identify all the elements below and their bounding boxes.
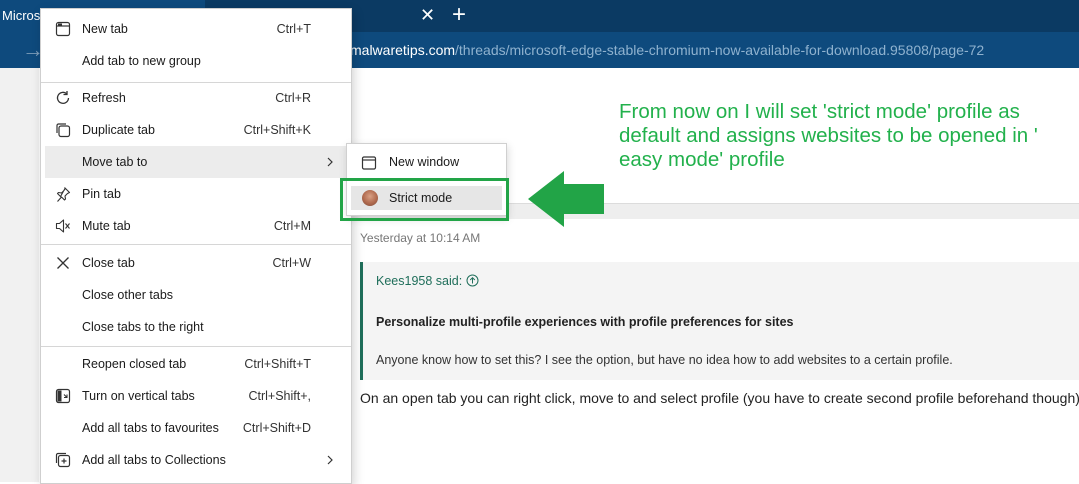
menu-item-reopen-closed-tab[interactable]: Reopen closed tab Ctrl+Shift+T	[41, 348, 351, 380]
menu-item-label: New tab	[82, 22, 128, 36]
menu-item-label: Close tabs to the right	[82, 320, 204, 334]
quote-body: Anyone know how to set this? I see the o…	[376, 353, 953, 367]
submenu-item-new-window[interactable]: New window	[347, 146, 506, 178]
menu-item-shortcut: Ctrl+Shift+D	[242, 421, 311, 435]
chevron-right-icon	[327, 455, 333, 465]
menu-item-label: Turn on vertical tabs	[82, 389, 195, 403]
menu-item-move-tab-to[interactable]: Move tab to	[45, 146, 347, 178]
menu-item-refresh[interactable]: Refresh Ctrl+R	[41, 82, 351, 114]
menu-item-label: Pin tab	[82, 187, 121, 201]
address-path: /threads/microsoft-edge-stable-chromium-…	[455, 42, 985, 58]
menu-item-add-tab-to-new-group[interactable]: Add tab to new group	[41, 45, 351, 77]
menu-item-add-all-tabs-to-collections[interactable]: Add all tabs to Collections	[41, 444, 351, 476]
menu-item-label: Add all tabs to favourites	[82, 421, 219, 435]
close-icon	[57, 257, 69, 269]
menu-item-label: Add all tabs to Collections	[82, 453, 226, 467]
menu-item-shortcut: Ctrl+W	[272, 256, 311, 270]
menu-item-label: Add tab to new group	[82, 54, 201, 68]
pin-icon	[56, 187, 71, 202]
quote-author[interactable]: Kees1958 said:	[376, 274, 479, 288]
menu-item-label: Close other tabs	[82, 288, 174, 302]
menu-item-label: Duplicate tab	[82, 123, 155, 137]
menu-separator	[41, 244, 351, 245]
duplicate-tab-icon	[56, 123, 71, 138]
arrow-left-icon	[528, 171, 604, 227]
menu-item-label: Close tab	[82, 256, 135, 270]
menu-item-close-tabs-to-the-right[interactable]: Close tabs to the right	[41, 311, 351, 343]
chevron-right-icon	[327, 157, 333, 167]
collections-icon	[55, 452, 71, 468]
menu-item-shortcut: Ctrl+Shift+K	[243, 123, 311, 137]
menu-item-label: Reopen closed tab	[82, 357, 187, 371]
menu-item-shortcut: Ctrl+Shift+T	[244, 357, 311, 371]
menu-item-duplicate-tab[interactable]: Duplicate tab Ctrl+Shift+K	[41, 114, 351, 146]
menu-item-close-other-tabs[interactable]: Close other tabs	[41, 279, 351, 311]
speaker-mute-icon	[55, 219, 70, 233]
close-tab-icon[interactable]: ✕	[420, 5, 435, 25]
highlight-box	[340, 178, 509, 221]
menu-item-new-tab[interactable]: New tab Ctrl+T	[41, 13, 351, 45]
menu-item-label: Move tab to	[82, 155, 148, 169]
quote-title: Personalize multi-profile experiences wi…	[376, 315, 794, 329]
menu-item-label: Refresh	[82, 91, 126, 105]
menu-item-shortcut: Ctrl+R	[275, 91, 311, 105]
new-tab-button[interactable]: +	[452, 2, 466, 28]
menu-item-label: Mute tab	[82, 219, 131, 233]
window-icon	[361, 156, 377, 170]
menu-item-close-tab[interactable]: Close tab Ctrl+W	[41, 247, 351, 279]
submenu-item-label: New window	[389, 155, 460, 169]
post-date[interactable]: Yesterday at 10:14 AM	[360, 231, 480, 245]
menu-item-add-all-tabs-to-favourites[interactable]: Add all tabs to favourites Ctrl+Shift+D	[41, 412, 351, 444]
annotation-text: From now on I will set 'strict mode' pro…	[619, 100, 1038, 171]
menu-item-pin-tab[interactable]: Pin tab	[41, 178, 351, 210]
menu-separator	[41, 346, 351, 347]
reply-text: On an open tab you can right click, move…	[360, 390, 1079, 406]
menu-item-shortcut: Ctrl+T	[276, 22, 311, 36]
arrow-up-circle-icon[interactable]	[466, 274, 479, 287]
vertical-tabs-icon	[55, 388, 71, 404]
new-tab-icon	[55, 21, 71, 37]
tab-context-menu: New tab Ctrl+T Add tab to new group Refr…	[40, 8, 352, 484]
menu-item-mute-tab[interactable]: Mute tab Ctrl+M	[41, 210, 351, 242]
menu-item-shortcut: Ctrl+M	[273, 219, 311, 233]
quote-author-label: Kees1958 said:	[376, 274, 463, 288]
address-bar[interactable]: malwaretips.com/threads/microsoft-edge-s…	[350, 41, 984, 59]
page-left-strip	[0, 68, 39, 482]
refresh-icon	[56, 91, 70, 104]
address-domain: malwaretips.com	[350, 42, 456, 58]
menu-item-shortcut: Ctrl+Shift+,	[248, 389, 311, 403]
menu-item-turn-on-vertical-tabs[interactable]: Turn on vertical tabs Ctrl+Shift+,	[41, 380, 351, 412]
